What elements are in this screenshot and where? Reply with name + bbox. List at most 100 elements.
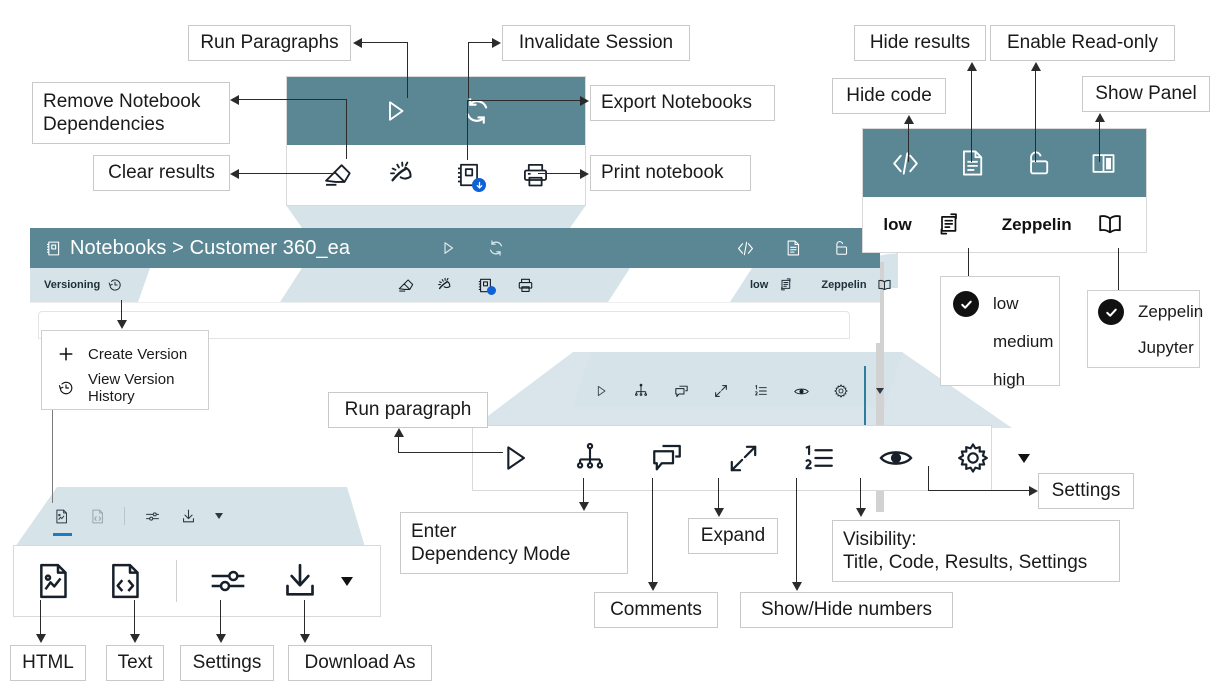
html-result-button[interactable] [52, 507, 70, 525]
download-as-button[interactable] [179, 507, 197, 525]
download-as-icon-magnified[interactable] [279, 560, 321, 602]
interpreter-level-label[interactable]: low [750, 279, 768, 291]
settings-icon-magnified[interactable] [956, 440, 990, 476]
connector-dependency-mode [583, 478, 585, 504]
notebook-toolbar-magnified-teal [287, 77, 585, 145]
callout-hide-code: Hide code [832, 78, 946, 114]
connector-invalidate-h [468, 42, 492, 44]
run-paragraphs-button[interactable] [438, 238, 458, 258]
expand-icon-magnified[interactable] [727, 440, 760, 476]
result-settings-button[interactable] [143, 507, 161, 525]
export-notebooks-icon[interactable] [453, 159, 486, 192]
level-option-high[interactable]: high [953, 367, 1025, 393]
menu-item-create-version-label: Create Version [88, 345, 188, 363]
settings-button[interactable] [832, 382, 850, 400]
expand-button[interactable] [712, 382, 730, 400]
callout-comments: Comments [594, 592, 718, 628]
show-hide-numbers-button[interactable] [752, 382, 770, 400]
hide-results-button[interactable] [783, 238, 803, 258]
connector-comments [652, 478, 654, 583]
notebook-kind-label[interactable]: Zeppelin [821, 279, 866, 291]
enable-read-only-icon[interactable] [1021, 146, 1055, 180]
notebook-breadcrumb-title[interactable]: Notebooks > Customer 360_ea [70, 237, 350, 260]
notebook-window: Notebooks > Customer 360_ea Versioning l… [30, 228, 896, 343]
callout-hide-results: Hide results [854, 25, 986, 61]
run-paragraphs-icon[interactable] [378, 94, 412, 128]
arrowhead-expand [714, 508, 724, 517]
arrowhead-run-paragraph [394, 428, 404, 437]
connector-download-as [304, 600, 306, 636]
versioning-tab[interactable]: Versioning [30, 268, 150, 302]
run-paragraph-icon-magnified[interactable] [497, 440, 531, 476]
run-paragraph-button[interactable] [592, 382, 610, 400]
kind-option-zeppelin-label: Zeppelin [1138, 302, 1204, 321]
notebook-subbar: Versioning low Zeppelin [30, 268, 891, 302]
results-toolbar-small-icons [52, 503, 223, 529]
notebook-kind-label-magnified: Zeppelin [1001, 214, 1072, 234]
show-panel-icon[interactable] [1087, 146, 1121, 180]
interpreter-level-label-magnified: low [883, 214, 912, 234]
history-clock-icon[interactable] [106, 277, 123, 294]
results-toolbar-divider-magnified [176, 560, 177, 602]
comments-button[interactable] [672, 382, 690, 400]
check-icon-zeppelin [1098, 299, 1124, 325]
remove-notebook-dependencies-button[interactable] [436, 276, 454, 294]
connector-run-paragraphs [362, 42, 408, 44]
paragraph-toolbar-small-icons [592, 377, 884, 405]
arrowhead-visibility [856, 508, 866, 517]
remove-notebook-dependencies-icon[interactable] [387, 159, 419, 191]
clear-results-icon[interactable] [321, 159, 353, 191]
text-result-icon-magnified[interactable] [104, 560, 146, 602]
enable-read-only-button[interactable] [831, 238, 851, 258]
level-option-low[interactable]: low [953, 291, 1019, 317]
callout-enable-read-only: Enable Read-only [990, 25, 1175, 61]
settings-caret-down-icon-magnified[interactable] [1018, 453, 1030, 463]
level-option-medium[interactable]: medium [953, 329, 1053, 355]
dependency-mode-button[interactable] [632, 382, 650, 400]
invalidate-session-button[interactable] [486, 238, 506, 258]
export-notebooks-button[interactable] [476, 276, 496, 295]
kind-option-zeppelin[interactable]: Zeppelin [1098, 299, 1203, 325]
show-hide-numbers-icon-magnified[interactable] [802, 440, 836, 476]
hide-code-button[interactable] [735, 238, 755, 258]
download-as-caret-down-icon-magnified[interactable] [341, 576, 353, 586]
clear-results-button[interactable] [396, 276, 414, 294]
dependency-mode-icon-magnified[interactable] [573, 440, 607, 476]
callout-run-paragraphs: Run Paragraphs [188, 25, 351, 61]
connector-hide-code [908, 124, 910, 162]
text-result-button[interactable] [88, 507, 106, 525]
connector-export-h [467, 100, 580, 102]
arrowhead-run-paragraphs [353, 38, 362, 48]
download-as-caret-down-icon[interactable] [215, 513, 223, 519]
plus-icon [56, 344, 76, 364]
arrowhead-html [36, 634, 46, 643]
view-toolbar-magnified: low Zeppelin [862, 128, 1147, 253]
arrowhead-enable-read-only [1031, 62, 1041, 71]
connector-expand [718, 478, 720, 510]
open-book-button[interactable] [876, 276, 894, 294]
connector-hide-results [971, 70, 973, 162]
notebook-book-icon [44, 239, 62, 257]
interpreter-loop-button[interactable] [777, 277, 794, 294]
settings-caret-down-icon[interactable] [876, 388, 884, 394]
print-notebook-icon[interactable] [519, 159, 551, 191]
callout-settings-paragraph: Settings [1038, 473, 1134, 509]
visibility-icon-magnified[interactable] [878, 439, 914, 477]
menu-item-create-version[interactable]: Create Version [42, 337, 210, 371]
results-toolbar-magnified [13, 545, 381, 617]
menu-item-view-version-history[interactable]: View Version History [42, 371, 210, 405]
html-result-icon-magnified[interactable] [32, 560, 74, 602]
connector-invalidate-v [468, 42, 470, 98]
result-settings-icon-magnified[interactable] [207, 560, 249, 602]
results-toolbar-divider [124, 507, 125, 525]
print-notebook-button[interactable] [516, 276, 534, 294]
open-book-icon[interactable] [1094, 209, 1126, 241]
callout-run-paragraph: Run paragraph [328, 392, 488, 428]
connector-versioning [121, 300, 123, 322]
kind-option-jupyter[interactable]: Jupyter [1098, 335, 1194, 361]
hide-code-icon[interactable] [889, 146, 923, 180]
arrowhead-show-hide-numbers [792, 582, 802, 591]
interpreter-loop-icon[interactable] [934, 210, 964, 240]
comments-icon-magnified[interactable] [649, 439, 685, 477]
visibility-button[interactable] [792, 382, 810, 400]
